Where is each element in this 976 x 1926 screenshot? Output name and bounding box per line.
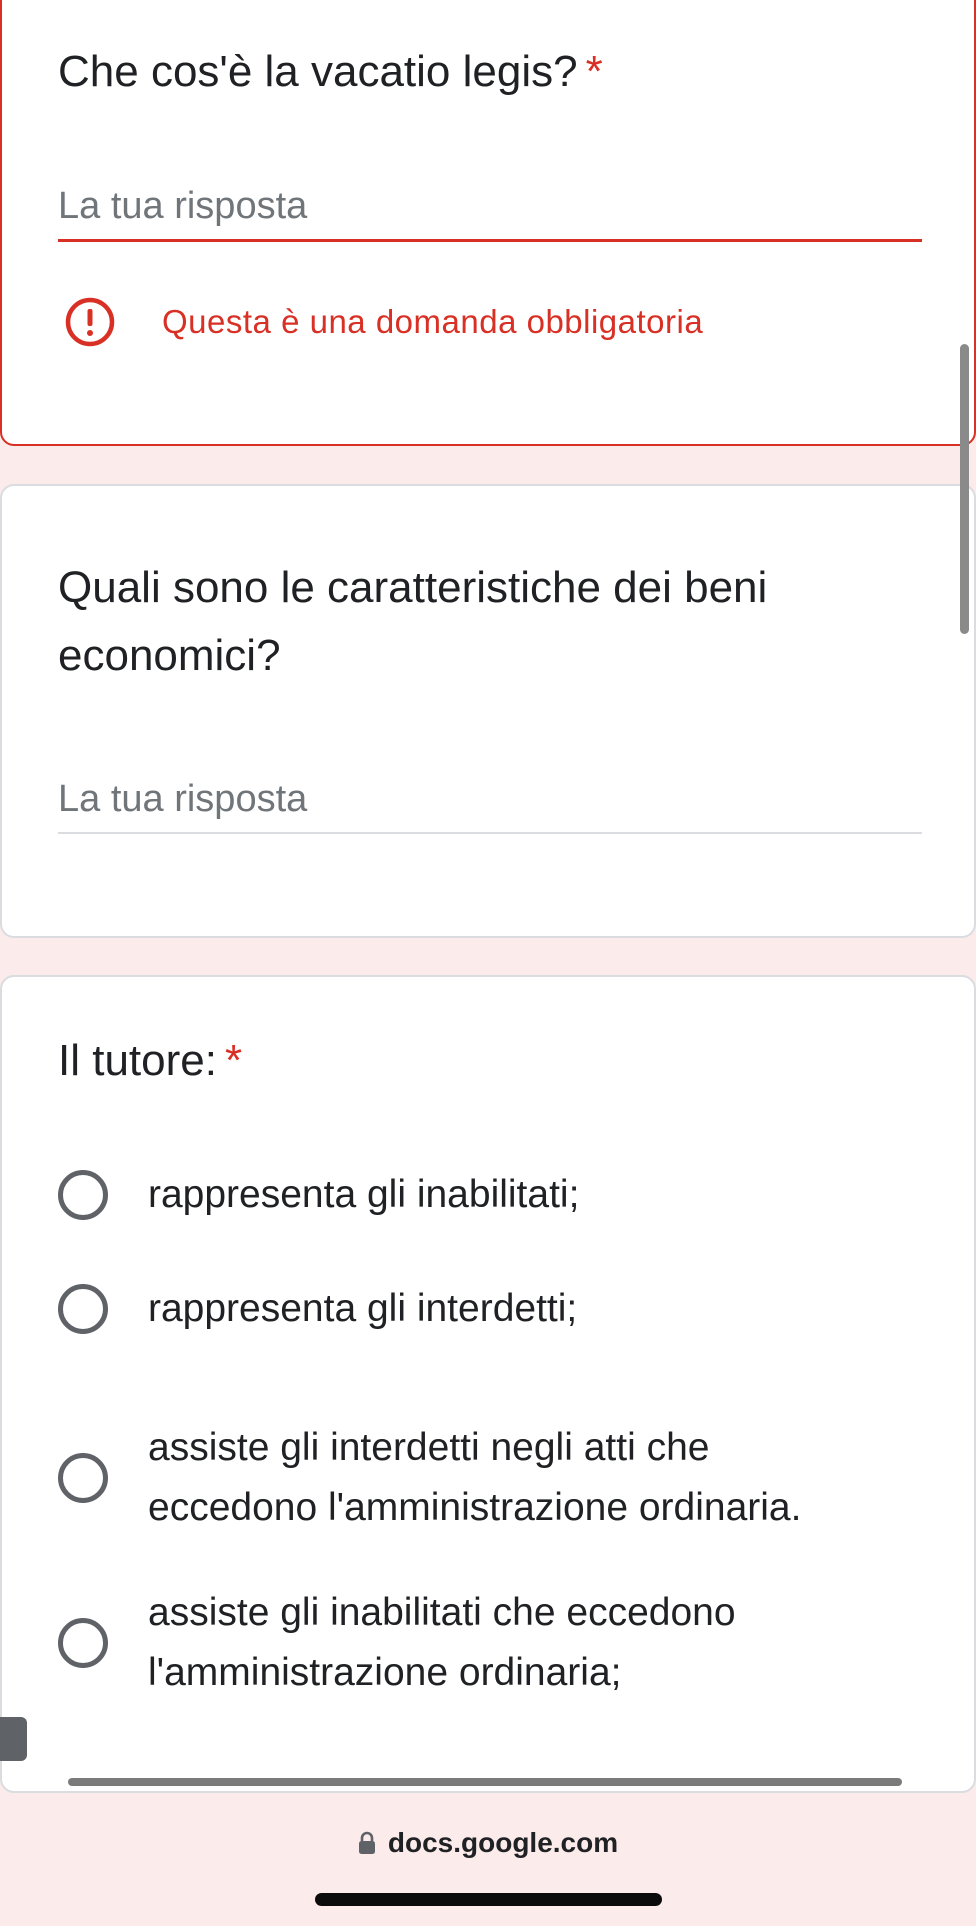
question-title: Quali sono le caratteristiche dei beni e… [58, 554, 767, 690]
radio-button[interactable] [58, 1618, 108, 1668]
lock-icon [358, 1831, 375, 1854]
option-label: rappresenta gli interdetti; [148, 1287, 578, 1330]
option-label: assiste gli inabilitati che eccedono l'a… [148, 1583, 736, 1703]
radio-option-assiste-inabilitati[interactable]: assiste gli inabilitati che eccedono l'a… [58, 1583, 918, 1703]
radio-button[interactable] [58, 1284, 108, 1334]
horizontal-scrollbar[interactable] [68, 1778, 902, 1786]
required-asterisk: * [585, 47, 603, 96]
question-title: Che cos'è la vacatio legis? * [58, 47, 603, 96]
answer-input-beni-economici[interactable] [58, 766, 922, 834]
alert-circle-icon [65, 297, 115, 347]
question-title: Il tutore: * [58, 1036, 243, 1085]
question-title-line-2: economici? [58, 631, 281, 680]
option-label-line-2: eccedono l'amministrazione ordinaria. [148, 1486, 802, 1529]
side-handle[interactable] [0, 1717, 27, 1761]
error-message-row: Questa è una domanda obbligatoria [64, 294, 703, 350]
option-label-line-2: l'amministrazione ordinaria; [148, 1651, 622, 1694]
error-text: Questa è una domanda obbligatoria [162, 303, 704, 340]
option-label: assiste gli interdetti negli atti che ec… [148, 1418, 801, 1538]
option-label: rappresenta gli inabilitati; [148, 1173, 580, 1216]
question-card-vacatio-legis: Che cos'è la vacatio legis?* Questa è un… [0, 0, 976, 446]
option-label-line-1: assiste gli interdetti negli atti che [148, 1426, 710, 1469]
vertical-scrollbar[interactable] [960, 344, 969, 634]
browser-url-bar[interactable]: docs.google.com [0, 1795, 976, 1926]
radio-button[interactable] [58, 1453, 108, 1503]
radio-option-interdetti[interactable]: rappresenta gli interdetti; [58, 1279, 918, 1339]
question-card-beni-economici: Quali sono le caratteristiche dei beni e… [0, 484, 976, 938]
answer-input-vacatio-legis[interactable] [58, 174, 922, 242]
required-asterisk: * [224, 1036, 243, 1085]
question-card-tutore: Il tutore: * rappresenta gli inabilitati;… [0, 975, 976, 1793]
radio-option-inabilitati[interactable]: rappresenta gli inabilitati; [58, 1165, 918, 1225]
option-label-line-1: assiste gli inabilitati che eccedono [148, 1591, 736, 1634]
radio-option-assiste-interdetti[interactable]: assiste gli interdetti negli atti che ec… [58, 1418, 918, 1538]
radio-button[interactable] [58, 1170, 108, 1220]
home-indicator[interactable] [315, 1893, 662, 1906]
url-display[interactable]: docs.google.com [0, 1827, 976, 1859]
question-title-line-1: Quali sono le caratteristiche dei beni [58, 563, 768, 612]
url-text: docs.google.com [387, 1827, 619, 1858]
